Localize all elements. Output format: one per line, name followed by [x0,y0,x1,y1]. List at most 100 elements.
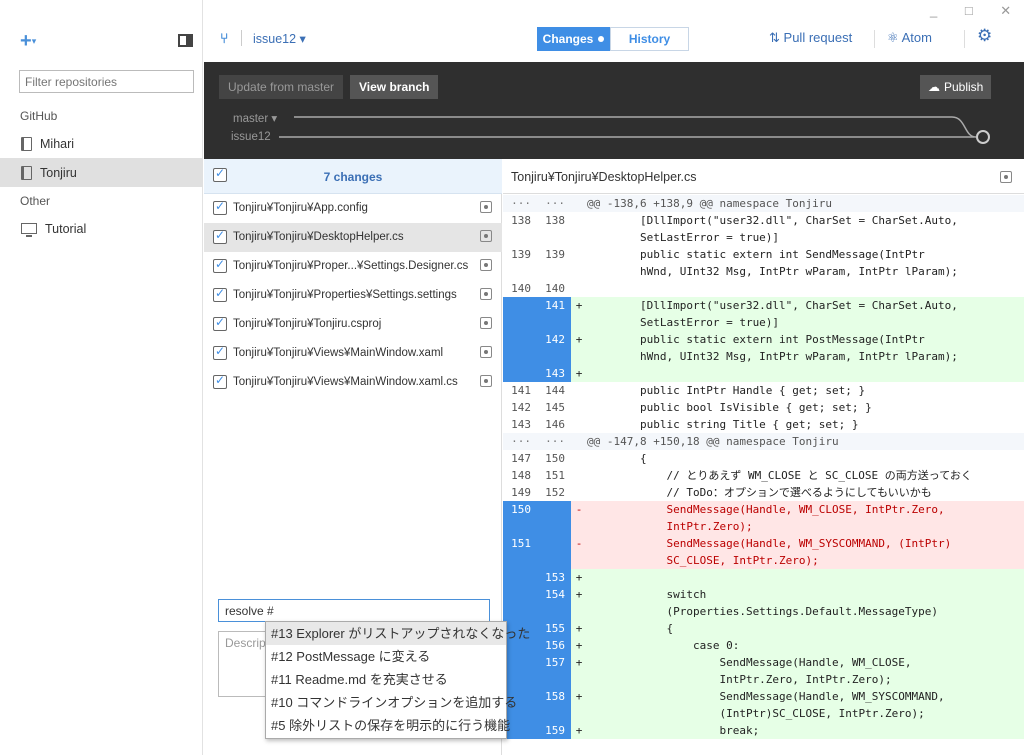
diff-line-added[interactable]: (Properties.Settings.Default.MessageType… [503,603,1024,620]
changes-indicator-dot [598,36,605,42]
autocomplete-item[interactable]: #5 除外リストの保存を明示的に行う機能 [266,714,510,737]
code-text: // ToDo：オプションで選べるようにしてもいいかも [587,486,932,499]
diff-line[interactable]: 141 144 public IntPtr Handle { get; set; … [503,382,1024,399]
file-checkbox[interactable] [213,344,227,360]
code-text: @@ -138,6 +138,9 @@ namespace Tonjiru [587,197,833,210]
add-repository-button[interactable]: +▾ [20,30,36,53]
diff-line[interactable]: 147 150 { [503,450,1024,467]
new-line-number [537,263,571,280]
repository-sidebar: +▾ GitHub Mihari Tonjiru Other Tutorial [0,0,203,755]
code-text: public string Title { get; set; } [587,418,859,431]
diff-line-deleted[interactable]: IntPtr.Zero); [503,518,1024,535]
file-row[interactable]: Tonjiru¥Tonjiru¥Properties¥Settings.sett… [204,281,502,310]
diff-line[interactable]: 148 151 // とりあえず WM_CLOSE と SC_CLOSE の両方送… [503,467,1024,484]
diff-hunk-header[interactable]: ··· ··· @@ -147,8 +150,18 @@ namespace Ton… [503,433,1024,450]
code-text: [DllImport("user32.dll", CharSet = CharS… [587,299,958,312]
top-toolbar: _ □ ✕ ⑂ issue12 ▾ Changes History ⇅ Pull… [204,0,1024,62]
diff-line-added[interactable]: hWnd, UInt32 Msg, IntPtr wParam, IntPtr … [503,348,1024,365]
new-line-number [537,314,571,331]
diff-line-added[interactable]: 159 + break; [503,722,1024,739]
diff-line-added[interactable]: 153 + [503,569,1024,586]
file-path: Tonjiru¥Tonjiru¥Proper...¥Settings.Desig… [233,260,469,272]
branch-selector[interactable]: issue12 ▾ [253,31,306,46]
autocomplete-item[interactable]: #13 Explorer がリストアップされなくなった [266,622,530,645]
file-row[interactable]: Tonjiru¥Tonjiru¥Tonjiru.csproj [204,310,502,339]
diff-line-added[interactable]: 141 + [DllImport("user32.dll", CharSet = … [503,297,1024,314]
diff-sign: + [575,299,583,312]
file-row[interactable]: Tonjiru¥Tonjiru¥Views¥MainWindow.xaml.cs [204,368,502,397]
diff-header: Tonjiru¥Tonjiru¥DesktopHelper.cs [503,159,1024,194]
file-checkbox[interactable] [213,228,227,244]
diff-line-added[interactable]: SetLastError = true)] [503,314,1024,331]
code-text: public bool IsVisible { get; set; } [587,401,872,414]
diff-sign [571,399,587,416]
autocomplete-item[interactable]: #11 Readme.md を充実させる [266,668,506,691]
diff-line[interactable]: 139 139 public static extern int SendMess… [503,246,1024,263]
file-path: Tonjiru¥Tonjiru¥Views¥MainWindow.xaml [233,347,444,359]
plus-icon: + [20,30,32,52]
file-row[interactable]: Tonjiru¥Tonjiru¥App.config [204,194,502,223]
repo-item-tonjiru[interactable]: Tonjiru [0,158,203,187]
diff-line-added[interactable]: 156 + case 0: [503,637,1024,654]
open-in-atom-button[interactable]: ⚛ Atom [887,30,932,46]
diff-line-added[interactable]: 154 + switch [503,586,1024,603]
diff-line[interactable]: 142 145 public bool IsVisible { get; set;… [503,399,1024,416]
new-line-number: 141 [537,297,571,314]
diff-line-added[interactable]: IntPtr.Zero, IntPtr.Zero); [503,671,1024,688]
diff-line-added[interactable]: 142 + public static extern int PostMessag… [503,331,1024,348]
tab-changes[interactable]: Changes [537,27,610,51]
file-checkbox[interactable] [213,315,227,331]
file-path: Tonjiru¥Tonjiru¥Tonjiru.csproj [233,318,382,330]
new-line-number: 140 [545,282,565,295]
old-line-number [503,654,537,671]
diff-line-deleted[interactable]: 150 - SendMessage(Handle, WM_CLOSE, IntPt… [503,501,1024,518]
repo-item-tutorial[interactable]: Tutorial [0,214,203,243]
repo-name: Mihari [40,136,75,151]
diff-line-added[interactable]: 143 + [503,365,1024,382]
filter-repositories-input[interactable] [19,70,194,93]
diff-line-added[interactable]: 158 + SendMessage(Handle, WM_SYSCOMMAND, [503,688,1024,705]
file-checkbox[interactable] [213,373,227,389]
diff-line[interactable]: 138 138 [DllImport("user32.dll", CharSet … [503,212,1024,229]
tab-history[interactable]: History [610,27,689,51]
diff-line-added[interactable]: 157 + SendMessage(Handle, WM_CLOSE, [503,654,1024,671]
diff-line-added[interactable]: (IntPtr)SC_CLOSE, IntPtr.Zero); [503,705,1024,722]
group-label-github: GitHub [20,109,58,123]
diff-line[interactable]: 143 146 public string Title { get; set; } [503,416,1024,433]
file-checkbox[interactable] [213,286,227,302]
diff-line-added[interactable]: 155 + { [503,620,1024,637]
issue-branch-label: issue12 [231,131,271,143]
diff-line[interactable]: hWnd, UInt32 Msg, IntPtr wParam, IntPtr … [503,263,1024,280]
file-row[interactable]: Tonjiru¥Tonjiru¥Proper...¥Settings.Desig… [204,252,502,281]
sidebar-toggle-icon[interactable] [178,34,193,47]
autocomplete-item[interactable]: #10 コマンドラインオプションを追加する [266,691,517,714]
diff-line[interactable]: SetLastError = true)] [503,229,1024,246]
diff-line[interactable]: 140 140 [503,280,1024,297]
file-checkbox[interactable] [213,257,227,273]
diff-line[interactable]: 149 152 // ToDo：オプションで選べるようにしてもいいかも [503,484,1024,501]
code-text: SendMessage(Handle, WM_SYSCOMMAND, [587,690,945,703]
pull-request-button[interactable]: ⇅ Pull request [769,30,852,46]
autocomplete-item[interactable]: #12 PostMessage に変える [266,645,506,668]
file-row[interactable]: Tonjiru¥Tonjiru¥Views¥MainWindow.xaml [204,339,502,368]
diff-line-deleted[interactable]: 151 - SendMessage(Handle, WM_SYSCOMMAND, … [503,535,1024,552]
file-row[interactable]: Tonjiru¥Tonjiru¥DesktopHelper.cs [204,223,502,252]
branch-graph-bar: Update from master View branch ☁ Publish… [204,62,1024,159]
diff-hunk-header[interactable]: ··· ··· @@ -138,6 +138,9 @@ namespace Tonj… [503,195,1024,212]
repo-item-mihari[interactable]: Mihari [0,129,203,158]
gear-icon[interactable]: ⚙ [977,26,992,46]
old-line-number [503,297,537,314]
commit-summary-input[interactable] [218,599,490,622]
diff-sign: + [575,690,583,703]
master-branch-label[interactable]: master ▾ [233,111,277,125]
publish-button[interactable]: ☁ Publish [920,75,992,99]
view-branch-button[interactable]: View branch [350,75,439,99]
new-line-number: 142 [537,331,571,348]
diff-line-deleted[interactable]: SC_CLOSE, IntPtr.Zero); [503,552,1024,569]
window-controls[interactable]: _ □ ✕ [930,3,1023,19]
file-checkbox[interactable] [213,199,227,215]
old-line-number [503,348,537,365]
cloud-upload-icon: ☁ [928,80,940,94]
diff-sign: + [575,656,583,669]
update-from-master-button[interactable]: Update from master [219,75,344,99]
